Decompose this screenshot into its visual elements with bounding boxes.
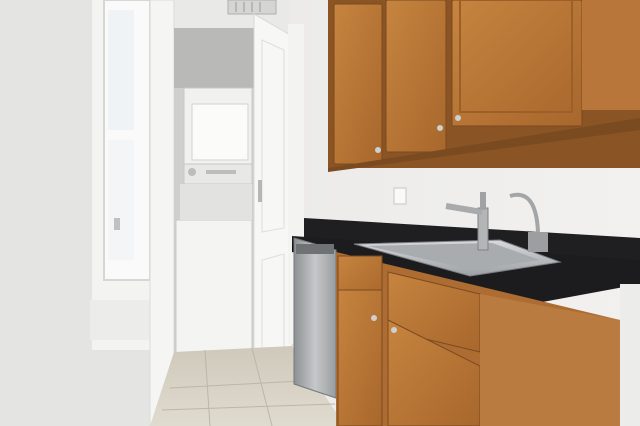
upper-cabinets bbox=[328, 0, 640, 172]
dishwasher bbox=[293, 237, 337, 399]
photo-scene bbox=[0, 0, 640, 426]
window bbox=[90, 0, 154, 350]
wall-outlet bbox=[393, 187, 407, 205]
laundry-closet bbox=[174, 28, 254, 358]
kitchen-photo bbox=[0, 0, 640, 426]
upper-cabinet-door-3 bbox=[451, 0, 583, 127]
upper-cabinet-door-2 bbox=[385, 0, 447, 153]
door-frame-left bbox=[149, 0, 175, 426]
base-cabinet-door-1 bbox=[337, 289, 383, 426]
open-door bbox=[253, 13, 293, 385]
washer bbox=[175, 219, 253, 355]
door-handle bbox=[258, 180, 262, 202]
upper-cabinet-door-1 bbox=[333, 3, 383, 165]
